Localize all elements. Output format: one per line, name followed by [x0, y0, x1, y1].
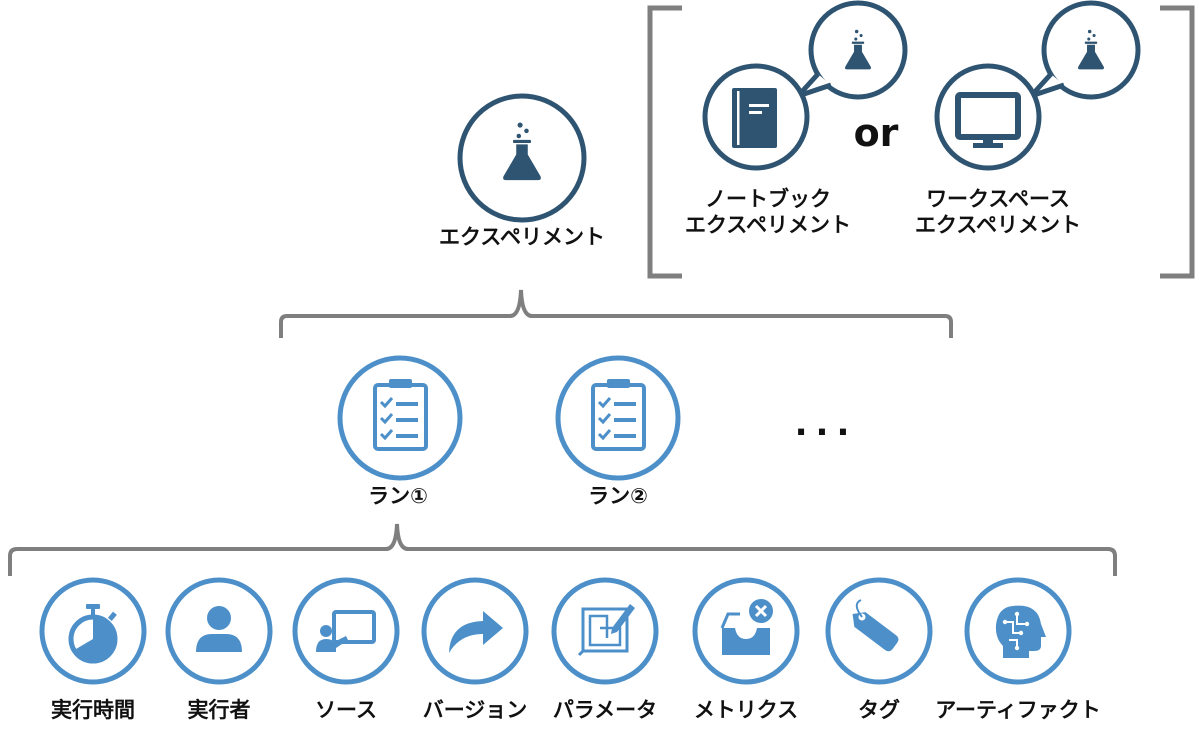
experiment-brace	[279, 289, 953, 338]
attribute-label-version: バージョン	[422, 698, 528, 722]
run-label-2: ラン②	[588, 484, 648, 508]
attribute-label-metrics: メトリクス	[693, 698, 799, 722]
more-runs-ellipsis: ...	[794, 404, 858, 444]
workspace-experiment-label: ワークスペース エクスペリメント	[915, 186, 1081, 239]
workspace-label-line1: ワークスペース	[926, 187, 1070, 211]
run-brace	[8, 523, 1117, 576]
attribute-label-duration: 実行時間	[51, 698, 135, 722]
run-node-1	[337, 355, 463, 481]
notebook-experiment-label: ノートブック エクスペリメント	[685, 186, 851, 239]
attribute-label-source: ソース	[315, 698, 377, 722]
attribute-circles	[39, 577, 1072, 685]
notebook-label-line1: ノートブック	[705, 187, 831, 211]
workspace-experiment-node	[934, 0, 1141, 171]
attribute-label-user: 実行者	[187, 698, 251, 722]
experiment-node	[457, 93, 587, 223]
attribute-label-artifacts: アーティファクト	[935, 698, 1101, 722]
variants-left-bracket	[647, 5, 682, 279]
notebook-label-line2: エクスペリメント	[685, 213, 851, 238]
diagram-canvas	[8, 0, 1195, 685]
run-node-2	[555, 355, 681, 481]
notebook-icon	[732, 88, 777, 148]
attribute-label-parameters: パラメータ	[552, 698, 658, 722]
run-label-1: ラン①	[368, 484, 428, 508]
variants-right-bracket	[1160, 5, 1195, 279]
workspace-label-line2: エクスペリメント	[915, 213, 1081, 238]
workspace-circle	[934, 63, 1042, 171]
attribute-label-tags: タグ	[858, 698, 900, 722]
or-separator: or	[853, 111, 899, 155]
experiment-label: エクスペリメント	[439, 225, 605, 249]
